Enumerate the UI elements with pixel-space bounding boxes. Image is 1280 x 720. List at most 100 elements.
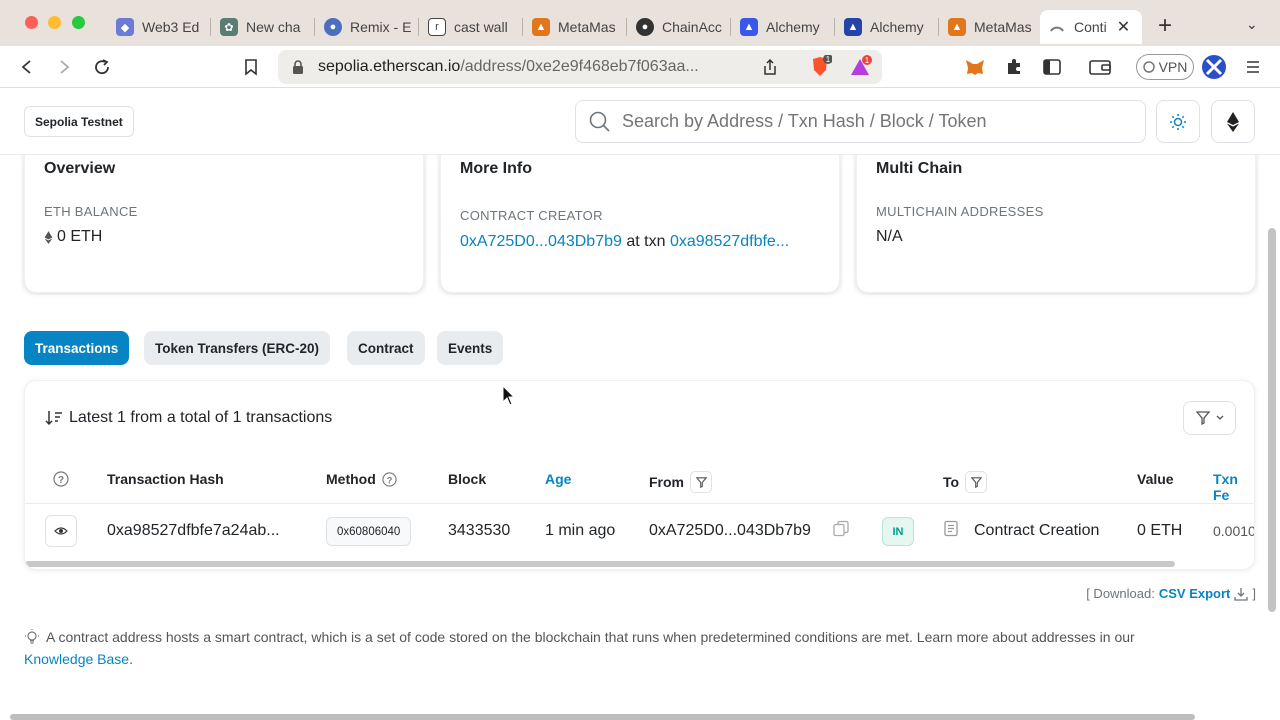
help-column-header[interactable]: ? [53,471,69,487]
download-line: [ Download: CSV Export ] [1086,586,1256,601]
tab-favicon-icon: r [428,18,446,36]
browser-tab[interactable]: r cast wall [420,10,523,44]
from-address-link[interactable]: 0xA725D0...043Db7b9 [649,522,811,540]
share-icon[interactable] [762,58,778,81]
browser-tab[interactable]: ▲ Alchemy [732,10,835,44]
csv-export-link[interactable]: CSV Export [1159,586,1231,601]
minimize-window-button[interactable] [48,16,61,29]
ethereum-icon [1227,111,1239,132]
vpn-label: VPN [1158,59,1188,75]
tab-label: New cha [246,19,301,35]
tab-label: Alchemy [870,19,924,35]
chevron-down-icon[interactable]: ⌄ [1246,16,1258,33]
contract-icon [943,520,959,542]
menu-icon[interactable] [1240,54,1266,80]
browser-tab-bar: ◆ Web3 Ed ✿ New cha ● Remix - E r cast w… [0,0,1280,46]
method-badge: 0x60806040 [326,517,412,546]
browser-tab[interactable]: ▲ Alchemy [836,10,939,44]
col-method: Method ? [326,471,397,487]
extensions-icon[interactable] [1001,54,1027,80]
svg-text:?: ? [58,475,64,486]
page-horizontal-scrollbar[interactable] [10,714,1195,720]
from-filter-button[interactable] [690,471,712,493]
alchemy-icon: ▲ [740,18,758,36]
col-block: Block [448,471,487,487]
eth-balance: 0 ETH [44,228,102,246]
site-header-overlay: Sepolia Testnet [0,89,1280,155]
tab-label: Conti [1074,19,1107,35]
overview-card-visible: Overview ETH BALANCE 0 ETH [24,155,424,293]
search-input[interactable] [622,111,1122,132]
rewards-icon[interactable]: 1 [848,55,872,84]
wallet-icon[interactable] [1087,54,1113,80]
block-link[interactable]: 3433530 [448,522,510,540]
download-prefix: [ Download: [1086,586,1155,601]
svg-text:1: 1 [865,56,870,65]
tab-token-transfers[interactable]: Token Transfers (ERC-20) [144,331,331,365]
more-info-card-visible: More Info CONTRACT CREATOR 0xA725D0...04… [440,155,840,293]
reload-button[interactable] [89,54,115,80]
download-icon[interactable] [1234,587,1249,601]
to-filter-button[interactable] [965,471,988,493]
theme-toggle-button[interactable] [1156,100,1200,143]
table-horizontal-scrollbar[interactable] [25,561,1175,567]
tab-favicon-icon: ◆ [116,18,134,36]
browser-tab[interactable]: ● ChainAcc [628,10,731,44]
close-window-button[interactable] [25,16,38,29]
browser-tab[interactable]: ▲ MetaMas [940,10,1040,44]
knowledge-base-link[interactable]: Knowledge Base [24,651,129,667]
address-bar[interactable]: sepolia.etherscan.io/address/0xe2e9f468e… [278,50,882,84]
new-tab-button[interactable]: + [1158,12,1172,40]
forward-button[interactable] [51,54,77,80]
metamask-icon: ▲ [948,18,966,36]
browser-tab-active[interactable]: Conti ✕ [1040,10,1142,44]
question-icon[interactable]: ? [382,471,397,487]
col-value: Value [1137,471,1174,487]
col-from: From [649,471,712,493]
browser-tab[interactable]: ✿ New cha [212,10,315,44]
bookmark-icon[interactable] [238,54,264,80]
page-vertical-scrollbar[interactable] [1268,228,1276,612]
vpn-status-icon [1142,61,1155,73]
creator-txn-link[interactable]: 0xa98527dfbfe... [670,233,789,250]
info-note-end: . [129,651,133,667]
col-txn-fee[interactable]: Txn Fe [1213,471,1254,503]
tab-favicon-icon: ✿ [220,18,238,36]
metamask-extension-icon[interactable] [962,54,988,80]
transactions-panel: Latest 1 from a total of 1 transactions … [24,380,1255,570]
browser-tab[interactable]: ▲ MetaMas [524,10,627,44]
contract-creator-label: CONTRACT CREATOR [460,208,603,223]
creator-address-link[interactable]: 0xA725D0...043Db7b9 [460,233,622,250]
sun-icon [1170,113,1186,130]
browser-tab[interactable]: ● Remix - E [316,10,419,44]
col-age[interactable]: Age [545,471,571,487]
col-transaction-hash: Transaction Hash [107,471,224,487]
tab-events[interactable]: Events [437,331,504,365]
view-details-button[interactable] [45,515,77,547]
github-icon: ● [636,18,654,36]
download-suffix: ] [1252,586,1256,601]
mouse-cursor-icon [502,385,516,406]
filter-icon [1195,411,1210,425]
tab-label: Web3 Ed [142,19,200,35]
back-button[interactable] [14,54,40,80]
maximize-window-button[interactable] [72,16,85,29]
txn-hash-link[interactable]: 0xa98527dfbfe7a24ab... [107,522,280,540]
value-amount: 0 ETH [1137,522,1183,539]
to-value: Contract Creation [974,522,1100,539]
copy-icon[interactable] [833,520,849,542]
browser-tab[interactable]: ◆ Web3 Ed [108,10,211,44]
close-tab-icon[interactable]: ✕ [1117,17,1130,37]
filter-dropdown-button[interactable] [1183,401,1236,435]
tab-contract[interactable]: Contract [347,331,425,365]
profile-icon[interactable] [1201,54,1227,80]
network-badge[interactable]: Sepolia Testnet [24,106,134,137]
sidebar-icon[interactable] [1039,54,1065,80]
brave-shield-icon[interactable]: 1 [808,54,833,84]
network-switch-button[interactable] [1211,100,1255,143]
vpn-button[interactable]: VPN [1136,54,1194,80]
filter-icon [970,476,982,488]
tab-transactions[interactable]: Transactions [24,331,130,365]
txn-fee-value: 0.0010 [1213,523,1255,539]
search-box[interactable] [575,100,1146,143]
